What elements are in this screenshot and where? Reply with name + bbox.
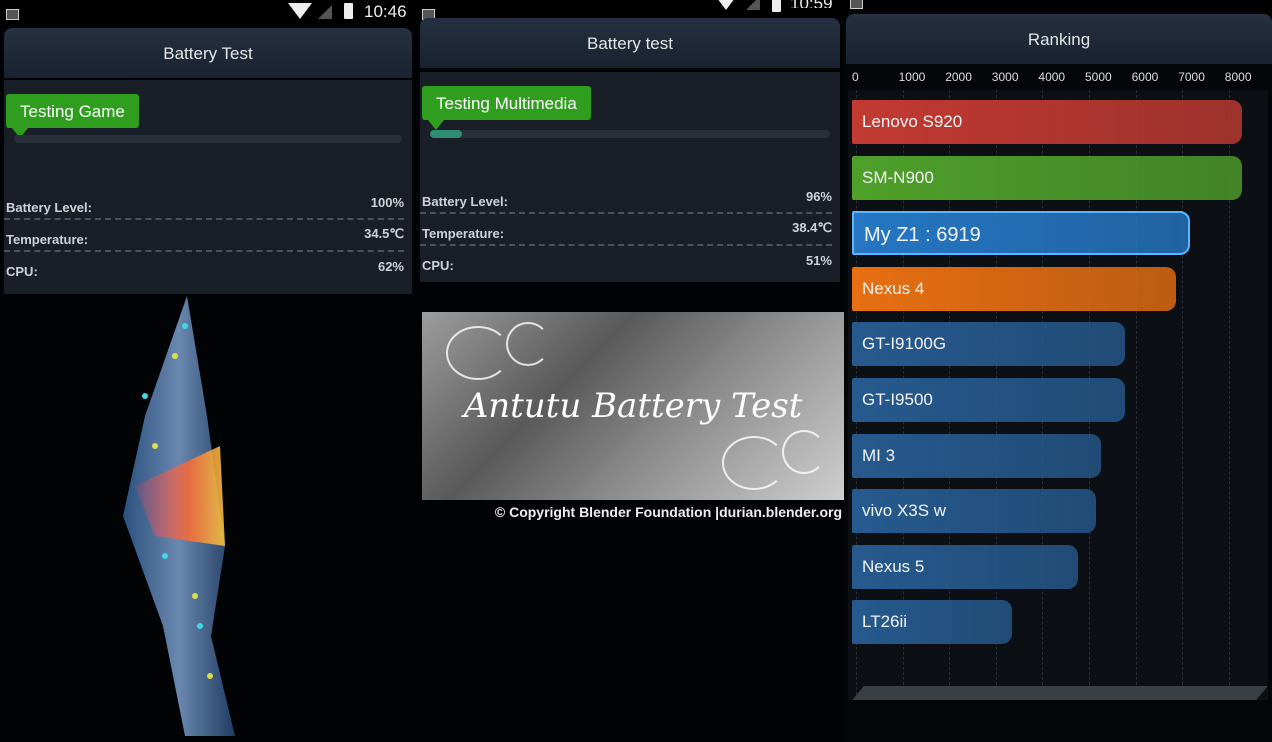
stat-row-battery: Battery Level: 100% — [4, 188, 404, 220]
stat-label: Temperature: — [6, 232, 89, 247]
ornament-swirl-icon — [722, 436, 786, 490]
battery-icon — [344, 3, 353, 19]
test-status-card: Testing Game Battery Level: 100% Tempera… — [4, 80, 412, 294]
stat-row-cpu: CPU: 51% — [420, 246, 832, 276]
stat-value: 51% — [805, 253, 832, 268]
gallery-notification-icon — [850, 0, 863, 9]
stat-value: 62% — [377, 259, 404, 274]
ranking-bar[interactable]: GT-I9100G — [852, 322, 1125, 367]
antutu-video-banner: Antutu Battery Test — [422, 312, 844, 500]
scale-tick: 8000 — [1224, 70, 1252, 84]
page-title: Battery Test — [4, 28, 412, 78]
stat-row-temperature: Temperature: 38.4℃ — [420, 214, 832, 246]
test-status-card: Testing Multimedia Battery Level: 96% Te… — [420, 72, 840, 282]
ranking-bar[interactable]: GT-I9500 — [852, 378, 1125, 422]
testing-stage-label: Testing Multimedia — [422, 86, 591, 130]
battery-test-multimedia-screen: 10:59 Battery test Testing Multimedia Ba… — [416, 0, 844, 742]
stat-row-battery: Battery Level: 96% — [420, 182, 832, 214]
chart-floor — [852, 686, 1268, 700]
scale-tick: 2000 — [945, 70, 972, 84]
ranking-bar[interactable]: Lenovo S920 — [852, 100, 1242, 144]
stat-label: Battery Level: — [422, 194, 508, 209]
ranking-bar[interactable]: vivo X3S w — [852, 489, 1097, 534]
stat-value: 38.4℃ — [792, 220, 832, 235]
scale-tick: 7000 — [1178, 70, 1205, 84]
ranking-bar[interactable]: SM-N900 — [852, 155, 1242, 200]
clock: 10:59 — [790, 0, 833, 8]
ranking-scale-axis: 0100020003000400050006000700080009 — [852, 70, 1272, 90]
ranking-chart: Lenovo S920 SM-N900 My Z1 : 6919 Nexus 4 GT-… — [848, 90, 1268, 700]
stat-value: 96% — [805, 189, 832, 204]
ranking-bar[interactable]: MI 3 — [852, 433, 1102, 478]
stat-label: CPU: — [6, 264, 38, 279]
progress-fill — [430, 130, 462, 138]
page-title: Battery test — [420, 18, 840, 68]
progress-bar — [430, 130, 830, 138]
ornament-swirl-icon — [782, 430, 826, 474]
scale-tick: 5000 — [1085, 70, 1112, 84]
stat-label: Battery Level: — [6, 200, 92, 215]
wifi-icon — [714, 0, 738, 10]
stat-value: 100% — [370, 195, 404, 210]
testing-stage-label: Testing Game — [6, 94, 139, 138]
stat-row-temperature: Temperature: 34.5℃ — [4, 220, 404, 252]
status-bar: 10:46 — [0, 0, 416, 24]
ranking-bar[interactable]: LT26ii — [852, 600, 1012, 645]
stat-label: CPU: — [422, 258, 454, 273]
copyright-text: © Copyright Blender Foundation |durian.b… — [494, 504, 842, 520]
ranking-screen: Ranking 0 1000 2000 3000 4000 5000 6000 7000 800… — [844, 0, 1272, 742]
signal-icon — [746, 0, 760, 10]
scale-tick: 4000 — [1038, 70, 1066, 84]
scale-tick: 6000 — [1131, 70, 1159, 84]
ranking-bar[interactable]: Nexus 5 — [852, 544, 1078, 589]
ornament-swirl-icon — [446, 326, 510, 380]
clock: 10:46 — [364, 2, 407, 21]
ornament-swirl-icon — [506, 322, 550, 366]
stat-value: 34.5℃ — [364, 226, 404, 241]
stat-label: Temperature: — [422, 226, 505, 241]
wifi-icon — [288, 3, 312, 19]
battery-test-game-screen: 10:46 Battery Test Testing Game Battery … — [0, 0, 416, 742]
scale-tick: 3000 — [991, 70, 1019, 84]
page-title: Ranking — [846, 14, 1272, 64]
ranking-bar[interactable]: Nexus 4 — [852, 266, 1177, 311]
progress-bar — [14, 135, 402, 143]
scale-tick: 0 — [852, 70, 859, 84]
game-3d-prism-graphic — [123, 296, 235, 736]
scale-tick: 1000 — [898, 70, 926, 84]
gallery-notification-icon — [6, 9, 19, 20]
signal-icon — [318, 5, 332, 19]
banner-title: Antutu Battery Test — [463, 386, 803, 426]
ranking-bar-current-device[interactable]: My Z1 : 6919 — [852, 211, 1191, 256]
stat-row-cpu: CPU: 62% — [4, 252, 404, 282]
battery-icon — [772, 0, 781, 12]
